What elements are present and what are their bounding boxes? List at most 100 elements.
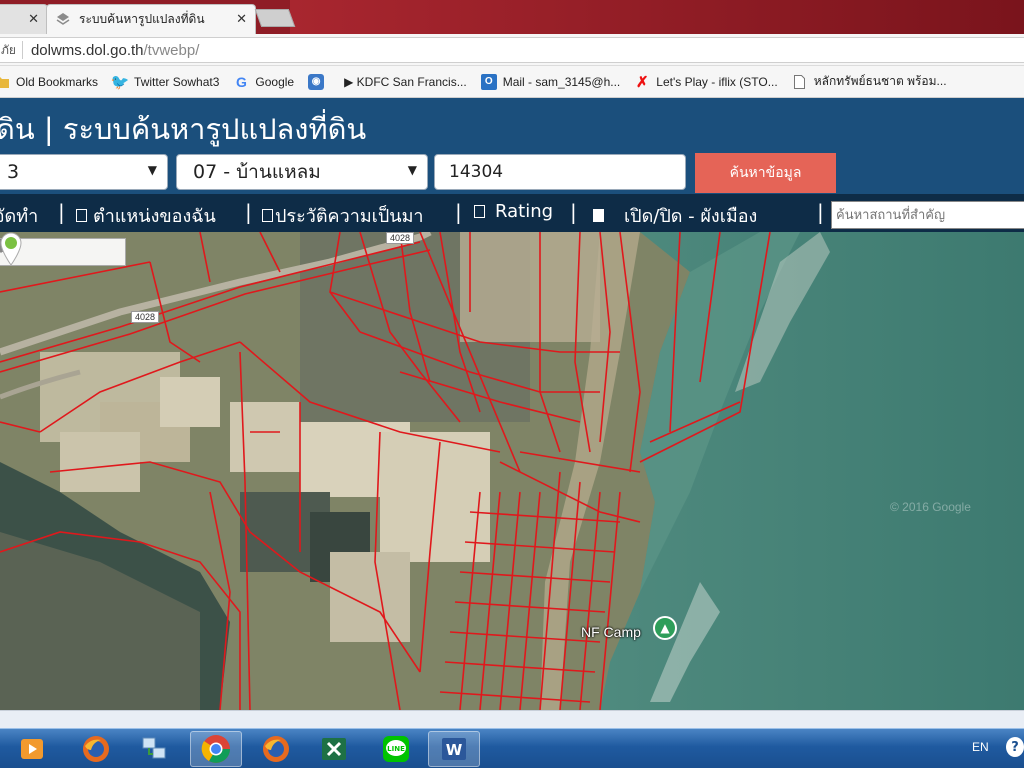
menu-item-label: ประวัติความเป็นมา bbox=[275, 206, 424, 227]
province-select-value: 3 bbox=[7, 161, 20, 183]
parcel-number-input[interactable]: 14304 bbox=[434, 154, 686, 190]
tab-previous[interactable]: ✕ bbox=[0, 4, 48, 34]
polygon-tool-icon[interactable] bbox=[0, 240, 125, 263]
url-path: /tvwebp/ bbox=[143, 41, 200, 59]
search-form: 3 ▼ 07 - บ้านแหลม ▼ 14304 ค้นหาข้อมูล bbox=[0, 152, 1024, 194]
page-title: ดิน | ระบบค้นหารูปแปลงที่ดิน bbox=[0, 112, 367, 146]
district-select-value: 07 - บ้านแหลม bbox=[193, 161, 321, 183]
menu-item-label: Rating bbox=[495, 201, 554, 222]
bookmark-label: ▶ KDFC San Francis... bbox=[344, 74, 467, 89]
place-label: NF Camp bbox=[581, 624, 641, 640]
excel-icon bbox=[322, 738, 346, 760]
bookmark-twitter[interactable]: 🐦 Twitter Sowhat3 bbox=[110, 73, 220, 91]
checkbox-icon[interactable] bbox=[76, 209, 87, 222]
menu-item-my-location[interactable]: ตำแหน่งของฉัน bbox=[76, 201, 216, 230]
url-text[interactable]: dolwms.dol.go.th/tvwebp/ bbox=[23, 42, 199, 59]
media-player-icon bbox=[21, 739, 43, 759]
firefox-icon bbox=[263, 736, 289, 762]
search-button[interactable]: ค้นหาข้อมูล bbox=[695, 153, 836, 193]
road-number-label: 4028 bbox=[386, 232, 415, 244]
bookmark-label: หลักทรัพย์ธนชาต พร้อม... bbox=[813, 74, 947, 88]
road-number-label: 4028 bbox=[131, 311, 160, 323]
menu-separator: | bbox=[455, 200, 462, 224]
taskbar-media-player[interactable] bbox=[6, 731, 58, 767]
page-icon bbox=[792, 74, 808, 90]
site-header: ดิน | ระบบค้นหารูปแปลงที่ดิน bbox=[0, 98, 1024, 152]
bookmark-label: Twitter Sowhat3 bbox=[134, 74, 220, 89]
bookmark-mail[interactable]: O Mail - sam_3145@h... bbox=[480, 73, 621, 90]
taskbar-firefox[interactable] bbox=[70, 731, 122, 767]
rss-icon: ◉ bbox=[308, 73, 325, 90]
circle-tool-icon[interactable] bbox=[0, 240, 99, 263]
bookmark-rss[interactable]: ◉ bbox=[308, 73, 330, 90]
tab-title: ระบบค้นหารูปแปลงที่ดิน bbox=[79, 12, 205, 26]
new-tab-button[interactable] bbox=[254, 9, 296, 27]
taskbar-line[interactable]: LINE bbox=[370, 731, 422, 767]
province-select[interactable]: 3 ▼ bbox=[0, 154, 168, 190]
outlook-icon: O bbox=[480, 73, 497, 90]
location-marker-icon[interactable] bbox=[0, 232, 22, 266]
menu-item-rating[interactable]: Rating bbox=[474, 201, 553, 222]
address-bar[interactable]: ภัย dolwms.dol.go.th/tvwebp/ bbox=[0, 37, 1024, 63]
close-icon[interactable]: ✕ bbox=[236, 12, 247, 27]
menu-separator: | bbox=[570, 200, 577, 224]
iflix-icon: ✗ bbox=[635, 73, 649, 91]
satellite-map[interactable] bbox=[0, 232, 1024, 710]
bookmark-kdfc[interactable]: ▶ KDFC San Francis... bbox=[344, 75, 467, 89]
rectangle-tool-icon[interactable] bbox=[0, 240, 73, 263]
bookmarks-bar: Old Bookmarks 🐦 Twitter Sowhat3 G Google… bbox=[0, 66, 1024, 98]
map-view[interactable]: 4028 4028 NF Camp ▲ © 2016 Google bbox=[0, 232, 1024, 710]
close-icon[interactable]: ✕ bbox=[28, 12, 39, 27]
line-icon: LINE bbox=[383, 736, 409, 762]
taskbar-chrome[interactable] bbox=[190, 731, 242, 767]
menu-item-history[interactable]: ประวัติความเป็นมา bbox=[262, 201, 424, 230]
bookmark-label: Let's Play - iflix (STO... bbox=[656, 74, 778, 89]
network-icon bbox=[142, 737, 166, 759]
menu-separator: | bbox=[817, 200, 824, 224]
place-search-input[interactable] bbox=[831, 201, 1024, 229]
word-icon: W bbox=[442, 738, 466, 760]
taskbar-firefox-2[interactable] bbox=[250, 731, 302, 767]
taskbar-excel[interactable] bbox=[308, 731, 360, 767]
checkbox-icon[interactable] bbox=[474, 205, 485, 218]
menu-separator: | bbox=[58, 200, 65, 224]
bookmark-google[interactable]: G Google bbox=[233, 74, 294, 90]
taskbar-word[interactable]: W bbox=[428, 731, 480, 767]
polyline-tool-icon[interactable] bbox=[0, 239, 47, 263]
help-icon[interactable]: ? bbox=[1006, 737, 1024, 757]
bookmark-label: Mail - sam_3145@h... bbox=[502, 74, 621, 89]
parcel-number-value: 14304 bbox=[449, 162, 504, 182]
bookmark-label: Google bbox=[255, 74, 295, 89]
language-indicator[interactable]: EN bbox=[972, 740, 989, 754]
bookmark-label: Old Bookmarks bbox=[16, 74, 99, 89]
twitter-icon: 🐦 bbox=[110, 73, 130, 91]
folder-icon bbox=[0, 74, 10, 90]
url-host: dolwms.dol.go.th bbox=[30, 41, 144, 59]
menu-item-zoning-toggle[interactable]: เปิด/ปิด - ผังเมือง bbox=[593, 201, 757, 230]
menu-item-label: เปิด/ปิด - ผังเมือง bbox=[624, 206, 758, 227]
bookmark-old-bookmarks[interactable]: Old Bookmarks bbox=[0, 74, 98, 90]
campground-icon[interactable]: ▲ bbox=[653, 616, 677, 640]
dol-favicon-icon bbox=[56, 12, 70, 25]
map-copyright: © 2016 Google bbox=[890, 500, 971, 514]
checkbox-icon[interactable] bbox=[593, 209, 604, 222]
security-indicator[interactable]: ภัย bbox=[0, 41, 23, 59]
chevron-down-icon: ▼ bbox=[147, 163, 157, 177]
windows-taskbar: LINE W EN ? bbox=[0, 728, 1024, 768]
menu-item-label: จัดทำ bbox=[0, 206, 39, 227]
taskbar-network[interactable] bbox=[128, 731, 180, 767]
menu-item-create[interactable]: จัดทำ bbox=[0, 201, 38, 230]
checkbox-icon[interactable] bbox=[262, 209, 273, 222]
address-bar-row: ภัย dolwms.dol.go.th/tvwebp/ bbox=[0, 34, 1024, 66]
google-icon: G bbox=[235, 73, 247, 90]
chevron-down-icon: ▼ bbox=[407, 163, 417, 177]
tab-active[interactable]: ระบบค้นหารูปแปลงที่ดิน ✕ bbox=[46, 4, 256, 34]
bookmark-thanachart[interactable]: หลักทรัพย์ธนชาต พร้อม... bbox=[792, 72, 947, 91]
firefox-icon bbox=[83, 736, 109, 762]
svg-text:LINE: LINE bbox=[387, 745, 405, 753]
bookmark-iflix[interactable]: ✗ Let's Play - iflix (STO... bbox=[634, 73, 778, 91]
menu-item-label: ตำแหน่งของฉัน bbox=[93, 206, 216, 227]
district-select[interactable]: 07 - บ้านแหลม ▼ bbox=[176, 154, 428, 190]
horizontal-scrollbar[interactable] bbox=[0, 710, 1024, 728]
tab-strip: ✕ ระบบค้นหารูปแปลงที่ดิน ✕ bbox=[0, 0, 1024, 34]
